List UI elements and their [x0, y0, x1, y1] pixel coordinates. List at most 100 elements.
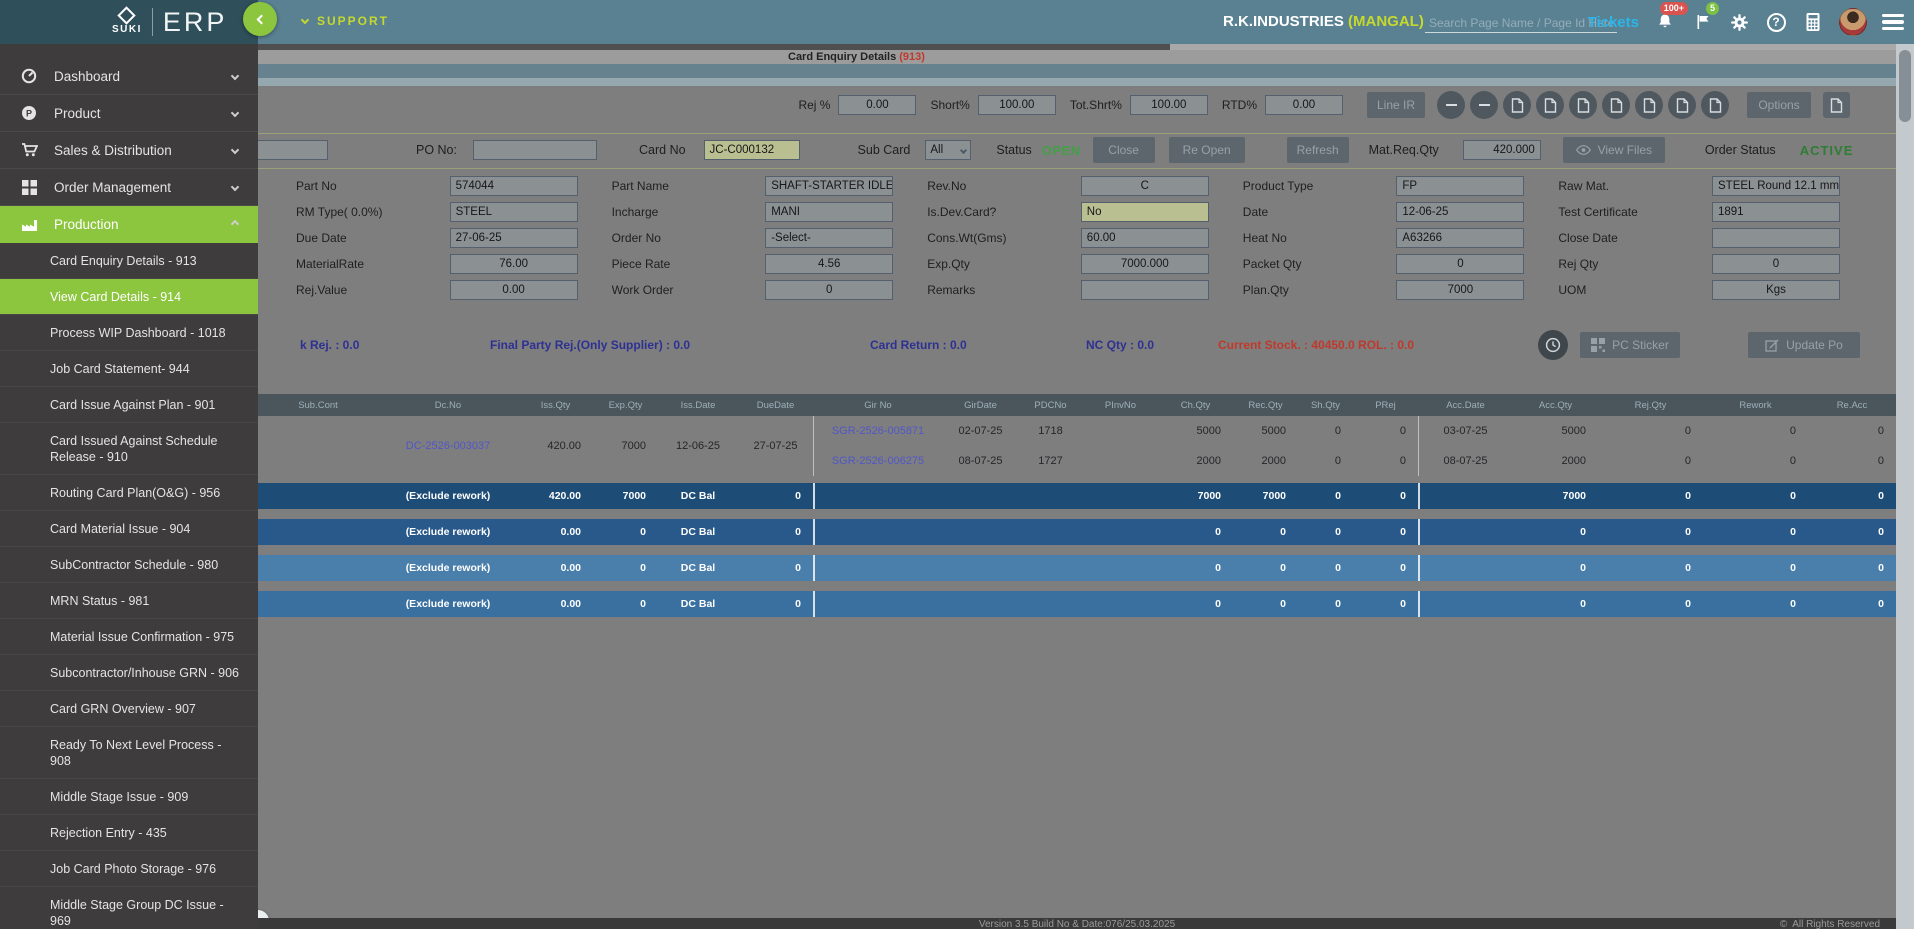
detail-field-input[interactable]: 1891 — [1712, 202, 1840, 222]
column-header[interactable]: Exp.Qty — [593, 400, 658, 411]
close-button[interactable]: Close — [1093, 137, 1155, 163]
report-pdf-button-1[interactable] — [1503, 91, 1531, 119]
po-no-input[interactable] — [473, 140, 597, 160]
user-avatar[interactable] — [1839, 8, 1867, 36]
tab-card-enquiry-details[interactable]: Card Enquiry Details (913) — [788, 50, 925, 64]
sidebar-subitem[interactable]: Card Issue Against Plan - 901 — [0, 387, 258, 423]
options-button[interactable]: Options — [1747, 92, 1811, 118]
pc-sticker-button[interactable]: PC Sticker — [1580, 332, 1680, 358]
sidebar-subitem[interactable]: Job Card Statement- 944 — [0, 351, 258, 387]
detail-field-input[interactable] — [1081, 280, 1209, 300]
detail-field-input[interactable]: 4.56 — [765, 254, 893, 274]
detail-field-input[interactable]: 7000.000 — [1081, 254, 1209, 274]
sidebar-subitem[interactable]: Subcontractor/Inhouse GRN - 906 — [0, 655, 258, 691]
column-header[interactable]: PInvNo — [1083, 400, 1158, 411]
detail-field-input[interactable]: 76.00 — [450, 254, 578, 274]
column-header[interactable]: Sub.Cont — [258, 400, 378, 411]
line-ir-button[interactable]: Line IR — [1367, 92, 1425, 118]
column-header[interactable]: PRej — [1353, 400, 1418, 411]
announcements-flag[interactable]: 5 — [1691, 11, 1713, 33]
dc-no-link[interactable]: DC-2526-003037 — [378, 440, 518, 452]
detail-field-input[interactable]: A63266 — [1396, 228, 1524, 248]
column-header[interactable]: Sh.Qty — [1298, 400, 1353, 411]
toolbar-field-input[interactable]: 100.00 — [978, 95, 1056, 115]
card-no-input[interactable]: JC-C000132 — [704, 140, 800, 160]
history-button[interactable] — [1538, 330, 1568, 360]
report-pdf-button-3[interactable] — [1569, 91, 1597, 119]
remove-button[interactable] — [1437, 91, 1465, 119]
hamburger-menu-icon[interactable] — [1882, 14, 1904, 31]
sidebar-subitem[interactable]: Card Enquiry Details - 913 — [0, 243, 258, 279]
sidebar-subitem[interactable]: Rejection Entry - 435 — [0, 815, 258, 851]
report-pdf-button-5[interactable] — [1635, 91, 1663, 119]
detail-field-input[interactable]: MANI — [765, 202, 893, 222]
column-header[interactable]: Rec.Qty — [1233, 400, 1298, 411]
help-button[interactable]: ? — [1765, 11, 1787, 33]
column-header[interactable]: Ch.Qty — [1158, 400, 1233, 411]
remove-button-2[interactable] — [1470, 91, 1498, 119]
sidebar-subitem[interactable]: Card Material Issue - 904 — [0, 511, 258, 547]
view-files-button[interactable]: View Files — [1563, 137, 1665, 163]
sidebar-subitem[interactable]: Card Issued Against Schedule Release - 9… — [0, 423, 258, 475]
notifications-bell[interactable]: 100+ — [1654, 11, 1676, 33]
detail-field-input[interactable]: 27-06-25 — [450, 228, 578, 248]
settings-button[interactable] — [1728, 11, 1750, 33]
sidebar-item-sales-distribution[interactable]: Sales & Distribution — [0, 132, 258, 169]
sidebar-subitem[interactable]: MRN Status - 981 — [0, 583, 258, 619]
column-header[interactable]: Acc.Date — [1418, 400, 1513, 411]
sidebar-subitem[interactable]: Card GRN Overview - 907 — [0, 691, 258, 727]
column-header[interactable]: Iss.Qty — [518, 400, 593, 411]
report-pdf-button-7[interactable] — [1701, 91, 1729, 119]
gir-no-link[interactable]: SGR-2526-006275 — [813, 455, 943, 467]
sidebar-subitem[interactable]: Middle Stage Issue - 909 — [0, 779, 258, 815]
app-logo[interactable]: SUKI ERP — [0, 0, 258, 44]
detail-field-input[interactable]: No — [1081, 202, 1209, 222]
detail-field-input[interactable]: STEEL Round 12.1 mm — [1712, 176, 1840, 196]
column-header[interactable]: Rework — [1703, 400, 1808, 411]
detail-field-input[interactable]: 0.00 — [450, 280, 578, 300]
mat-req-qty-input[interactable]: 420.000 — [1463, 140, 1541, 160]
column-header[interactable]: Rej.Qty — [1598, 400, 1703, 411]
toolbar-field-input[interactable]: 0.00 — [1265, 95, 1343, 115]
sidebar-subitem[interactable]: SubContractor Schedule - 980 — [0, 547, 258, 583]
sidebar-subitem[interactable]: Material Issue Confirmation - 975 — [0, 619, 258, 655]
sidebar-subitem[interactable]: Job Card Photo Storage - 976 — [0, 851, 258, 887]
sidebar-subitem[interactable]: Middle Stage Group DC Issue - 969 — [0, 887, 258, 929]
report-pdf-button-4[interactable] — [1602, 91, 1630, 119]
detail-field-input[interactable]: 0 — [1712, 254, 1840, 274]
column-header[interactable]: Acc.Qty — [1513, 400, 1598, 411]
detail-field-input[interactable]: -Select- — [765, 228, 893, 248]
detail-field-input[interactable]: Kgs — [1712, 280, 1840, 300]
column-header[interactable]: Gir No — [813, 400, 943, 411]
support-menu[interactable]: SUPPORT — [302, 14, 389, 28]
gir-no-link[interactable]: SGR-2526-005871 — [813, 425, 943, 437]
detail-field-input[interactable]: 60.00 — [1081, 228, 1209, 248]
vertical-scrollbar-thumb[interactable] — [1899, 50, 1911, 122]
toolbar-field-input[interactable]: 0.00 — [838, 95, 916, 115]
column-header[interactable]: PDCNo — [1018, 400, 1083, 411]
export-pdf-button[interactable] — [1823, 92, 1850, 118]
calculator-button[interactable] — [1802, 11, 1824, 33]
sidebar-subitem[interactable]: Ready To Next Level Process - 908 — [0, 727, 258, 779]
tickets-link[interactable]: Tickets — [1588, 14, 1639, 31]
report-pdf-button-2[interactable] — [1536, 91, 1564, 119]
column-header[interactable]: DueDate — [738, 400, 813, 411]
column-header[interactable]: Re.Acc — [1808, 400, 1896, 411]
hidden-left-input[interactable] — [258, 140, 328, 160]
toolbar-field-input[interactable]: 100.00 — [1130, 95, 1208, 115]
column-header[interactable]: GirDate — [943, 400, 1018, 411]
sidebar-item-dashboard[interactable]: Dashboard — [0, 58, 258, 95]
detail-field-input[interactable]: 0 — [1396, 254, 1524, 274]
reopen-button[interactable]: Re Open — [1169, 137, 1245, 163]
sidebar-collapse-button[interactable] — [243, 2, 277, 36]
refresh-button[interactable]: Refresh — [1287, 137, 1349, 163]
detail-field-input[interactable]: SHAFT-STARTER IDLE — [765, 176, 893, 196]
detail-field-input[interactable]: C — [1081, 176, 1209, 196]
sidebar-item-production[interactable]: Production — [0, 206, 258, 243]
sub-card-select[interactable]: All — [925, 140, 971, 160]
sidebar-item-order-management[interactable]: Order Management — [0, 169, 258, 206]
detail-field-input[interactable] — [1712, 228, 1840, 248]
column-header[interactable]: Dc.No — [378, 400, 518, 411]
vertical-scrollbar[interactable] — [1896, 44, 1914, 929]
sidebar-item-product[interactable]: P Product — [0, 95, 258, 132]
